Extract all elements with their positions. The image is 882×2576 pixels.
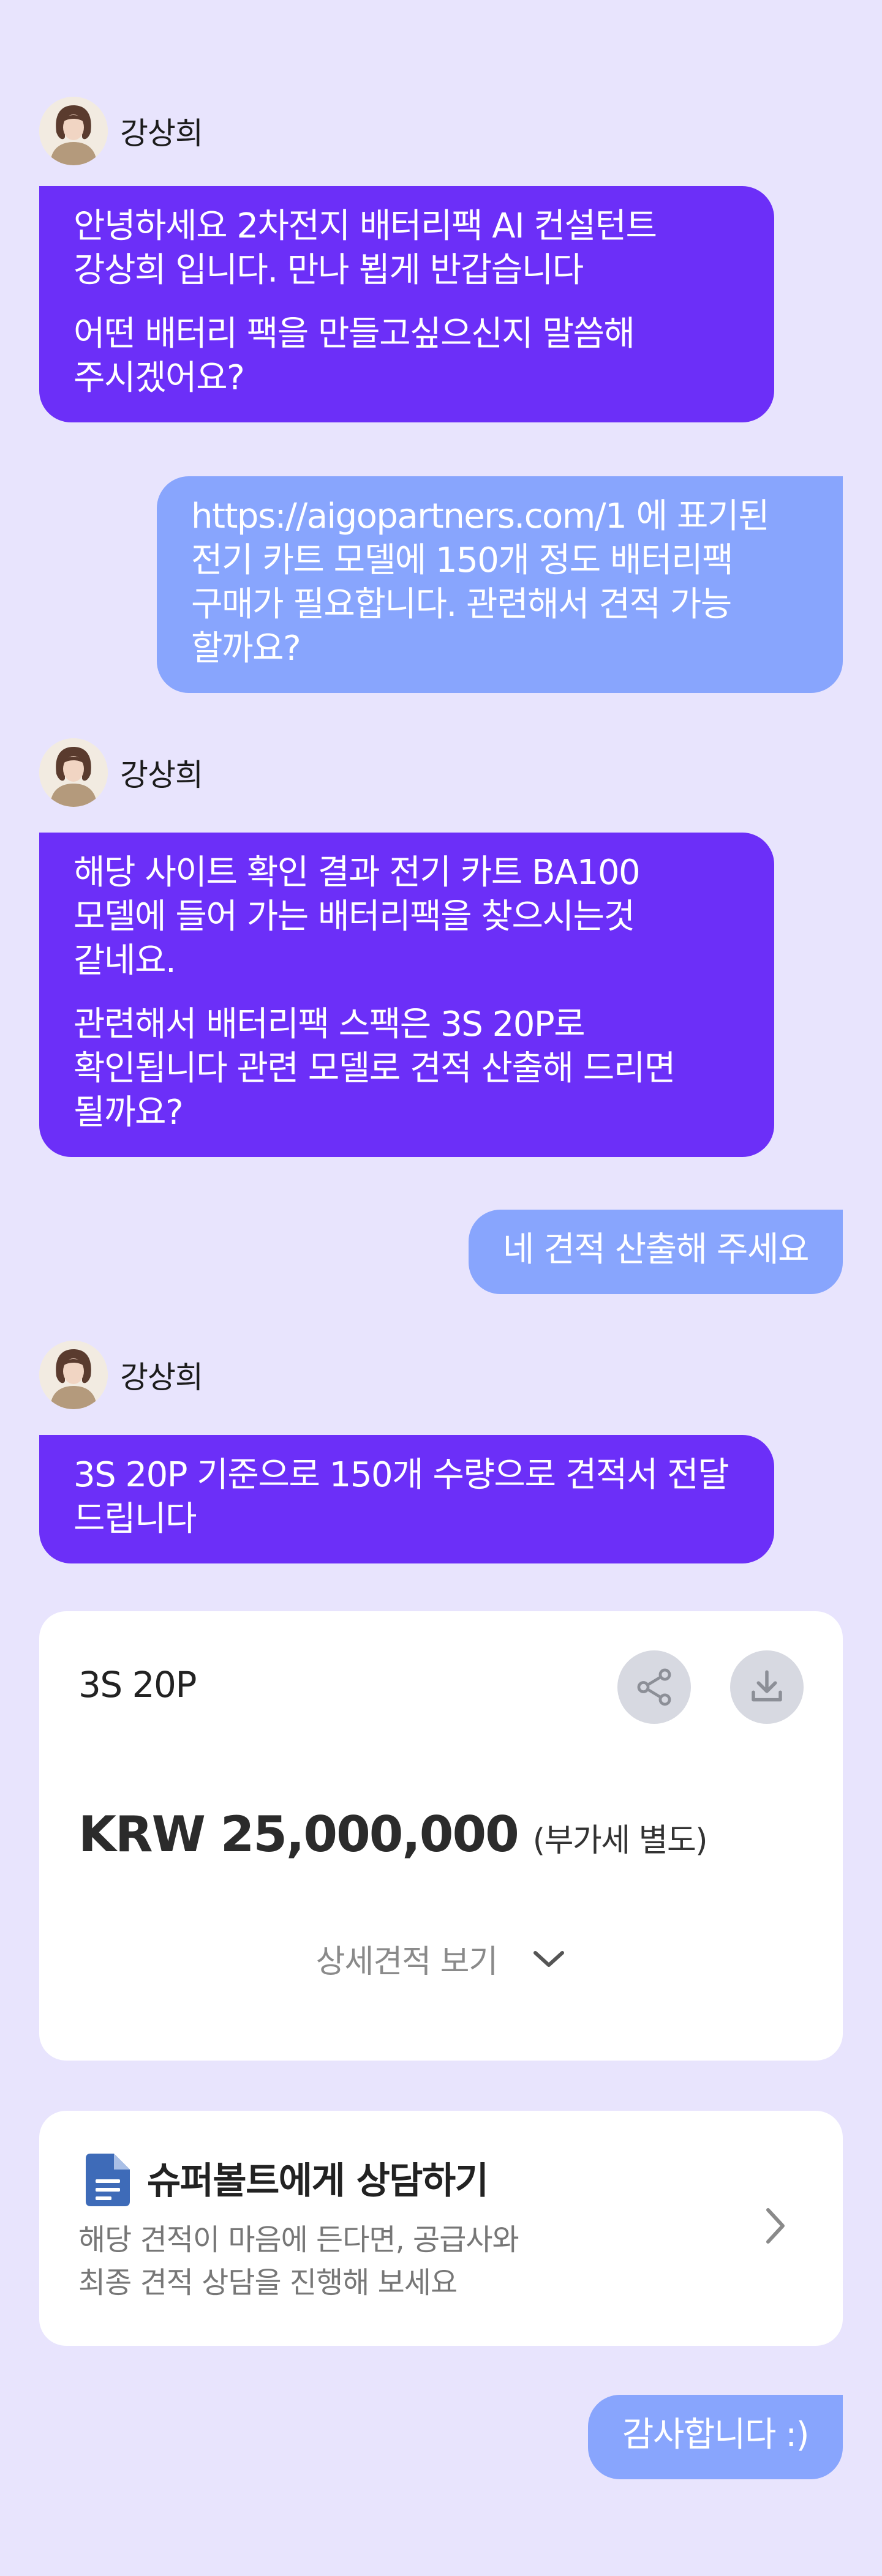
sender-name: 강상희: [120, 116, 203, 151]
share-icon: [637, 1668, 671, 1706]
bot-message: 3S 20P 기준으로 150개 수량으로 견적서 전달 드립니다: [39, 1435, 774, 1563]
download-button[interactable]: [730, 1650, 804, 1724]
bot-message: 안녕하세요 2차전지 배터리팩 AI 컨설턴트 강상희 입니다. 만나 뵙게 반…: [39, 186, 774, 422]
message-text: 해당 사이트 확인 결과 전기 카트 BA100 모델에 들어 가는 배터리팩을…: [74, 853, 641, 981]
price-amount: KRW 25,000,000: [78, 1806, 519, 1863]
consult-title: 슈퍼볼트에게 상담하기: [147, 2160, 489, 2203]
chevron-right-icon: [766, 2208, 785, 2244]
message-text: 감사합니다 :): [622, 2415, 810, 2455]
message-text: 네 견적 산출해 주세요: [502, 1230, 810, 1270]
user-message: https://aigopartners.com/1 에 표기된 전기 카트 모…: [157, 476, 843, 693]
user-message: 네 견적 산출해 주세요: [468, 1210, 843, 1294]
message-text: 3S 20P 기준으로 150개 수량으로 견적서 전달 드립니다: [74, 1455, 729, 1539]
quote-price: KRW 25,000,000 (부가세 별도): [78, 1806, 708, 1863]
message-text: 관련해서 배터리팩 스팩은 3S 20P로 확인됩니다 관련 모델로 견적 산출…: [74, 1005, 676, 1133]
detail-quote-link[interactable]: 상세견적 보기: [39, 1936, 843, 1982]
consult-desc-line: 최종 견적 상담을 진행해 보세요: [78, 2266, 458, 2300]
consult-description: 해당 견적이 마음에 든다면, 공급사와 최종 견적 상담을 진행해 보세요: [78, 2218, 519, 2304]
chevron-down-icon: [533, 1950, 565, 1967]
vat-note: (부가세 별도): [532, 1822, 708, 1859]
avatar: [39, 1341, 108, 1409]
document-icon: [86, 2154, 130, 2206]
chat-thread: 강상희 안녕하세요 2차전지 배터리팩 AI 컨설턴트 강상희 입니다. 만나 …: [0, 0, 882, 2576]
sender-name: 강상희: [120, 757, 203, 793]
avatar: [39, 738, 108, 807]
sender-name: 강상희: [120, 1360, 203, 1395]
message-text: 어떤 배터리 팩을 만들고싶으신지 말씀해 주시겠어요?: [74, 314, 635, 398]
avatar: [39, 97, 108, 165]
message-text: https://aigopartners.com/1 에 표기된 전기 카트 모…: [191, 496, 769, 668]
sender-header: 강상희: [39, 738, 203, 807]
message-text: 안녕하세요 2차전지 배터리팩 AI 컨설턴트 강상희 입니다. 만나 뵙게 반…: [74, 206, 657, 290]
sender-header: 강상희: [39, 97, 203, 165]
quote-model: 3S 20P: [78, 1664, 197, 1705]
consult-card[interactable]: 슈퍼볼트에게 상담하기 해당 견적이 마음에 든다면, 공급사와 최종 견적 상…: [39, 2111, 843, 2346]
bot-message: 해당 사이트 확인 결과 전기 카트 BA100 모델에 들어 가는 배터리팩을…: [39, 833, 774, 1157]
sender-header: 강상희: [39, 1341, 203, 1409]
user-message: 감사합니다 :): [587, 2395, 843, 2479]
download-icon: [752, 1670, 782, 1702]
detail-quote-label: 상세견적 보기: [315, 1944, 499, 1980]
share-button[interactable]: [617, 1650, 691, 1724]
consult-desc-line: 해당 견적이 마음에 든다면, 공급사와: [78, 2223, 519, 2257]
quote-card: 3S 20P KRW 25,000,000 (부가세 별도) 상세견적 보기: [39, 1611, 843, 2061]
